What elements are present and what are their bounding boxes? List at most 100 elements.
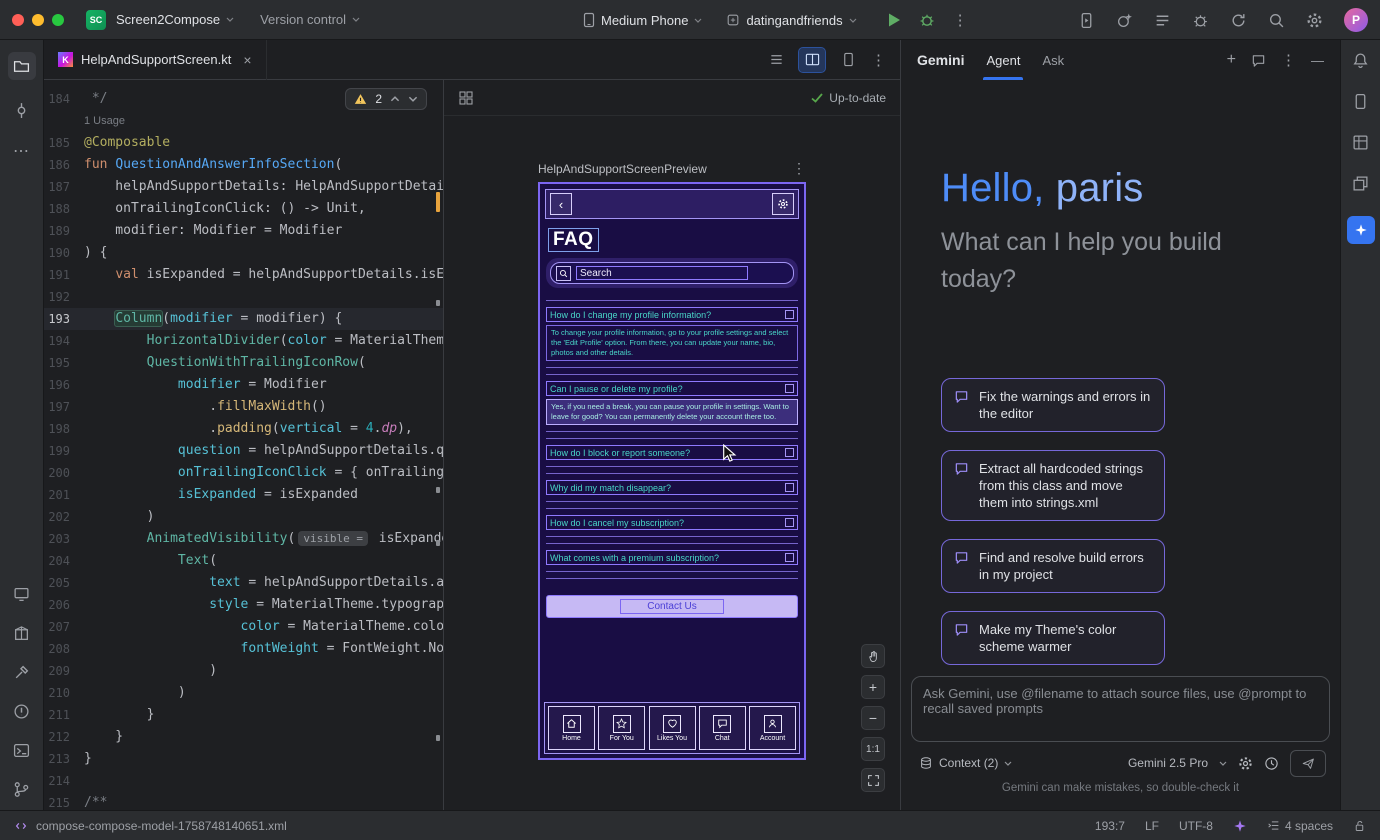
code-line[interactable]: 191 val isExpanded = helpAndSupportDetai…: [44, 264, 443, 286]
gemini-suggestion-card[interactable]: Fix the warnings and errors in the edito…: [941, 378, 1165, 432]
code-line[interactable]: 185@Composable: [44, 132, 443, 154]
code-line[interactable]: 209 ): [44, 660, 443, 682]
code-line[interactable]: 196 modifier = Modifier: [44, 374, 443, 396]
preview-grid-icon[interactable]: [458, 90, 474, 106]
maximize-window-button[interactable]: [52, 14, 64, 26]
expand-arrow-icon[interactable]: [785, 448, 794, 457]
gemini-prompt-input[interactable]: [911, 676, 1330, 742]
phone-preview[interactable]: ‹ FAQ Search: [538, 182, 806, 760]
close-tab-icon[interactable]: ×: [243, 52, 251, 68]
preview-nav-item-chat[interactable]: Chat: [699, 706, 746, 750]
code-line[interactable]: 214: [44, 770, 443, 792]
code-line[interactable]: 189 modifier: Modifier = Modifier: [44, 220, 443, 242]
context-selector[interactable]: Context (2): [939, 756, 998, 770]
faq-question-row[interactable]: What comes with a premium subscription?: [546, 550, 798, 565]
file-encoding[interactable]: UTF-8: [1179, 819, 1213, 833]
minimize-window-button[interactable]: [32, 14, 44, 26]
scrollbar-mark[interactable]: [436, 540, 440, 546]
resource-manager-icon[interactable]: [1352, 175, 1369, 192]
code-line[interactable]: 192: [44, 286, 443, 308]
next-warning-icon[interactable]: [408, 96, 418, 102]
unlock-icon[interactable]: [1353, 819, 1366, 833]
device-selector[interactable]: Medium Phone: [583, 12, 702, 28]
code-line[interactable]: 208 fontWeight = FontWeight.Normal: [44, 638, 443, 660]
zoom-fit-button[interactable]: [861, 768, 885, 792]
gradle-sync-icon[interactable]: [1230, 12, 1247, 29]
expand-arrow-icon[interactable]: [785, 483, 794, 492]
design-view-button[interactable]: [835, 48, 861, 72]
code-view-button[interactable]: [763, 48, 789, 72]
window-controls[interactable]: [12, 14, 64, 26]
status-file-name[interactable]: compose-compose-model-1758748140651.xml: [36, 819, 287, 833]
scrollbar-mark[interactable]: [436, 300, 440, 306]
code-line[interactable]: 199 question = helpAndSupportDetails.que…: [44, 440, 443, 462]
code-line[interactable]: 187 helpAndSupportDetails: HelpAndSuppor…: [44, 176, 443, 198]
faq-answer[interactable]: To change your profile information, go t…: [546, 325, 798, 361]
code-line[interactable]: 202 ): [44, 506, 443, 528]
scrollbar-mark[interactable]: [436, 487, 440, 493]
build-icon[interactable]: [13, 664, 30, 681]
settings-gear-icon[interactable]: [1306, 12, 1323, 29]
faq-question-row[interactable]: How do I block or report someone?: [546, 445, 798, 460]
code-line[interactable]: 212 }: [44, 726, 443, 748]
expand-arrow-icon[interactable]: [785, 310, 794, 319]
scrollbar-warning-mark[interactable]: [436, 192, 440, 212]
contact-us-button[interactable]: Contact Us: [546, 595, 798, 618]
zoom-in-button[interactable]: +: [861, 675, 885, 699]
code-line[interactable]: 198 .padding(vertical = 4.dp),: [44, 418, 443, 440]
caret-position[interactable]: 193:7: [1095, 819, 1125, 833]
running-devices-icon[interactable]: [1078, 12, 1095, 29]
debug-button[interactable]: [919, 12, 935, 28]
code-line[interactable]: 210 ): [44, 682, 443, 704]
preview-search-bar[interactable]: Search: [550, 262, 794, 284]
problems-icon[interactable]: [13, 703, 30, 720]
tab-agent[interactable]: Agent: [986, 40, 1020, 80]
device-manager-icon[interactable]: [1352, 93, 1369, 110]
search-icon[interactable]: [1268, 12, 1285, 29]
code-line[interactable]: 203 AnimatedVisibility(visible = isExpan…: [44, 528, 443, 550]
code-line[interactable]: 186fun QuestionAndAnswerInfoSection(: [44, 154, 443, 176]
dependencies-icon[interactable]: [13, 625, 30, 642]
gemini-options-kebab[interactable]: ⋮: [1281, 51, 1296, 69]
run-config-selector[interactable]: datingandfriends: [726, 13, 856, 28]
code-line[interactable]: 201 isExpanded = isExpanded: [44, 484, 443, 506]
code-line[interactable]: 206 style = MaterialTheme.typography.bod…: [44, 594, 443, 616]
preview-nav-item-account[interactable]: Account: [749, 706, 796, 750]
notifications-bell-icon[interactable]: [1352, 52, 1369, 69]
code-line[interactable]: 211 }: [44, 704, 443, 726]
profile-avatar[interactable]: P: [1344, 8, 1368, 32]
preview-nav-item-likes-you[interactable]: Likes You: [649, 706, 696, 750]
gemini-toolbar-icon[interactable]: [1116, 12, 1133, 29]
code-line[interactable]: 215/**: [44, 792, 443, 810]
expand-arrow-icon[interactable]: [785, 384, 794, 393]
code-line[interactable]: 188 onTrailingIconClick: () -> Unit,: [44, 198, 443, 220]
faq-question-row[interactable]: How do I cancel my subscription?: [546, 515, 798, 530]
faq-question-row[interactable]: Can I pause or delete my profile?: [546, 381, 798, 396]
version-control-icon[interactable]: [13, 781, 30, 798]
code-line[interactable]: 207 color = MaterialTheme.colorScheme: [44, 616, 443, 638]
code-editor[interactable]: 2 184 */1 Usage185@Composable186fun Ques…: [44, 80, 443, 810]
project-selector[interactable]: Screen2Compose: [116, 12, 234, 27]
scrollbar-mark[interactable]: [436, 735, 440, 741]
tab-ask[interactable]: Ask: [1042, 40, 1064, 80]
faq-question-row[interactable]: How do I change my profile information?: [546, 307, 798, 322]
preview-nav-item-for-you[interactable]: For You: [598, 706, 645, 750]
gemini-suggestion-card[interactable]: Extract all hardcoded strings from this …: [941, 450, 1165, 521]
model-selector[interactable]: Gemini 2.5 Pro: [1128, 756, 1208, 770]
code-line[interactable]: 193 Column(modifier = modifier) {: [44, 308, 443, 330]
layout-inspector-icon[interactable]: [1352, 134, 1369, 151]
expand-arrow-icon[interactable]: [785, 553, 794, 562]
split-view-button[interactable]: [799, 48, 825, 72]
terminal-icon[interactable]: [13, 742, 30, 759]
app-insights-icon[interactable]: [1192, 12, 1209, 29]
inspections-widget[interactable]: 2: [345, 88, 427, 110]
run-button[interactable]: [887, 12, 901, 28]
code-line[interactable]: 194 HorizontalDivider(color = MaterialTh…: [44, 330, 443, 352]
run-options-kebab[interactable]: ⋮: [953, 11, 968, 29]
code-line[interactable]: 197 .fillMaxWidth(): [44, 396, 443, 418]
gemini-settings-icon[interactable]: [1238, 756, 1253, 771]
todo-list-icon[interactable]: [1154, 12, 1171, 29]
expand-arrow-icon[interactable]: [785, 518, 794, 527]
preview-nav-item-home[interactable]: Home: [548, 706, 595, 750]
hide-panel-icon[interactable]: —: [1311, 53, 1324, 68]
